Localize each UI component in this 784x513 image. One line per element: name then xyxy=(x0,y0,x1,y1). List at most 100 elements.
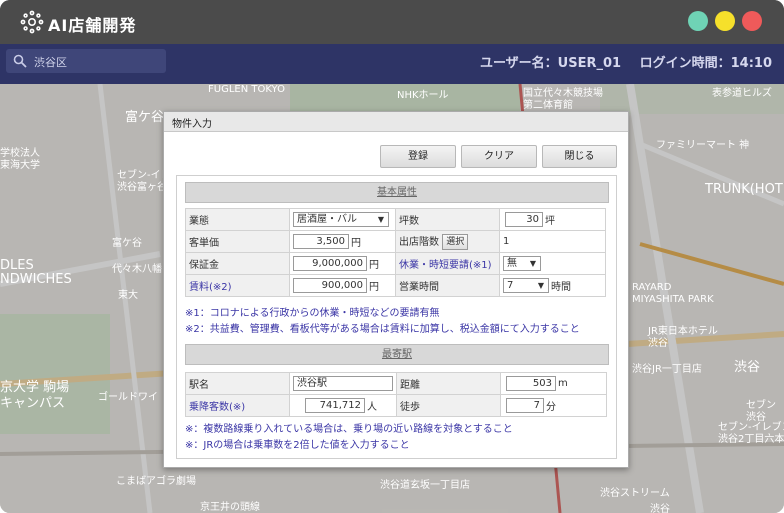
minimize-button[interactable] xyxy=(715,11,735,31)
login-time: ログイン時間：14:10 xyxy=(639,56,772,71)
area-cell: 30 坪 xyxy=(499,208,606,231)
rent-input[interactable]: 900,000 xyxy=(293,278,367,293)
unit-price-input[interactable]: 3,500 xyxy=(293,234,349,249)
deposit-cell: 9,000,000 円 xyxy=(289,252,396,275)
note-text: ※2：共益費、管理費、看板代等がある場合は賃料に加算し、税込金額にて入力すること xyxy=(185,324,580,335)
business-hours-unit: 時間 xyxy=(551,282,571,293)
nearest-station-heading: 最寄駅 xyxy=(185,344,609,365)
map-label: ファミリーマート 神 xyxy=(656,140,750,151)
map-label: 渋谷JR一丁目店 xyxy=(632,364,702,375)
rent-unit: 円 xyxy=(369,282,379,293)
close-button[interactable]: 閉じる xyxy=(542,145,617,168)
passengers-input[interactable]: 741,712 xyxy=(305,398,365,413)
deposit-unit: 円 xyxy=(369,260,379,271)
maximize-button[interactable] xyxy=(688,11,708,31)
map-label: NHKホール xyxy=(397,90,449,101)
closure-request-label: 休業・時短要請(※1) xyxy=(395,252,500,275)
area-unit: 坪 xyxy=(545,216,555,227)
area-input[interactable]: 30 xyxy=(505,212,543,227)
walk-unit: 分 xyxy=(546,402,556,413)
map-label: 渋谷 xyxy=(648,338,668,349)
map-label: 京王井の頭線 xyxy=(200,502,260,513)
business-hours-select[interactable]: 7 ▼ xyxy=(503,278,549,293)
business-hours-label: 営業時間 xyxy=(395,274,500,297)
station-name-cell: 渋谷駅 xyxy=(289,372,397,395)
search-input[interactable]: 渋谷区 xyxy=(6,49,166,73)
close-window-button[interactable] xyxy=(742,11,762,31)
map-label: 第二体育館 xyxy=(523,100,573,111)
map-label: 渋谷 xyxy=(734,360,761,375)
nearest-station-table: 駅名 渋谷駅 距離 503 m 乗降客数(※) 741,712 人 徒歩 7 分 xyxy=(185,372,607,417)
map-label: キャンパス xyxy=(0,396,66,411)
distance-unit: m xyxy=(558,378,568,389)
map-label: 東大 xyxy=(118,290,138,301)
search-icon xyxy=(13,54,27,68)
table-row: 客単価 3,500 円 出店階数 選択 1 xyxy=(185,230,606,253)
walk-input[interactable]: 7 xyxy=(506,398,544,413)
nav-bar: 渋谷区 ユーザー名：USER_01 ログイン時間：14:10 xyxy=(0,44,784,84)
app-window: AI店舗開発 渋谷区 ユーザー名：USER_01 ログイン時間：14:10 FU… xyxy=(0,0,784,513)
dropdown-arrow-icon: ▼ xyxy=(529,259,536,268)
business-type-select[interactable]: 居酒屋・バル ▼ xyxy=(293,212,389,227)
map-label: 渋谷道玄坂一丁目店 xyxy=(380,480,470,491)
property-input-dialog: 物件入力 登録 クリア 閉じる 基本属性 業態 居酒屋・バル ▼ 坪数 30坪 xyxy=(163,111,629,468)
map-label: こまばアゴラ劇場 xyxy=(116,476,196,487)
rent-cell: 900,000 円 xyxy=(289,274,396,297)
table-row: 乗降客数(※) 741,712 人 徒歩 7分 xyxy=(185,394,607,417)
map-label: FUGLEN TOKYO xyxy=(208,84,285,95)
closure-request-value: 無 xyxy=(507,258,517,269)
map-label: 富ケ谷 xyxy=(125,110,165,125)
search-text: 渋谷区 xyxy=(34,56,67,69)
business-type-label: 業態 xyxy=(185,208,290,231)
map-label: 渋谷ストリーム xyxy=(600,488,670,499)
table-row: 賃料(※2) 900,000 円 営業時間 7 ▼ 時間 xyxy=(185,274,606,297)
map-label: 渋谷2丁目六本木 xyxy=(718,434,784,445)
deposit-input[interactable]: 9,000,000 xyxy=(293,256,367,271)
walk-label: 徒歩 xyxy=(396,394,501,417)
map-label: MIYASHITA PARK xyxy=(632,294,714,305)
user-name: ユーザー名：USER_01 xyxy=(479,56,622,71)
clear-button[interactable]: クリア xyxy=(461,145,537,168)
closure-request-cell: 無 ▼ xyxy=(499,252,606,275)
unit-price-unit: 円 xyxy=(351,238,361,249)
business-hours-cell: 7 ▼ 時間 xyxy=(499,274,606,297)
rent-label: 賃料(※2) xyxy=(185,274,290,297)
business-hours-value: 7 xyxy=(507,280,514,291)
passengers-unit: 人 xyxy=(367,402,377,413)
floor-label-cell: 出店階数 選択 xyxy=(395,230,500,253)
note-text: ※：複数路線乗り入れている場合は、乗り場の近い路線を対象とすること xyxy=(185,424,513,435)
walk-cell: 7分 xyxy=(500,394,607,417)
app-title: AI店舗開発 xyxy=(48,16,137,35)
select-floor-button[interactable]: 選択 xyxy=(442,234,469,250)
unit-price-label: 客単価 xyxy=(185,230,290,253)
station-name-input[interactable]: 渋谷駅 xyxy=(293,376,393,391)
dropdown-arrow-icon: ▼ xyxy=(537,281,544,290)
deposit-label: 保証金 xyxy=(185,252,290,275)
register-button[interactable]: 登録 xyxy=(380,145,456,168)
map-label: 富ケ谷 xyxy=(112,238,142,249)
area-label: 坪数 xyxy=(395,208,500,231)
title-bar: AI店舗開発 xyxy=(0,0,784,44)
station-name-label: 駅名 xyxy=(185,372,290,395)
floor-cell: 1 xyxy=(499,230,606,253)
table-row: 業態 居酒屋・バル ▼ 坪数 30 坪 xyxy=(185,208,606,231)
map-label: RAYARD xyxy=(632,282,672,293)
floor-value: 1 xyxy=(503,236,510,247)
map-label: NDWICHES xyxy=(0,272,72,287)
dialog-title: 物件入力 xyxy=(164,112,628,132)
floor-label: 出店階数 xyxy=(399,237,439,248)
table-row: 保証金 9,000,000 円 休業・時短要請(※1) 無 ▼ xyxy=(185,252,606,275)
map-label: 渋谷 xyxy=(650,504,670,513)
closure-request-select[interactable]: 無 ▼ xyxy=(503,256,541,271)
map-label: ゴールドワイ xyxy=(98,392,158,403)
table-row: 駅名 渋谷駅 距離 503 m xyxy=(185,372,607,395)
map-label: 表参道ヒルズ xyxy=(712,88,772,99)
map-label: TRUNK(HOTEL) xyxy=(705,182,784,197)
map-label: 東海大学 xyxy=(0,160,40,171)
distance-input[interactable]: 503 xyxy=(506,376,556,391)
passengers-cell: 741,712 人 xyxy=(289,394,397,417)
distance-cell: 503 m xyxy=(500,372,607,395)
map-label: DLES xyxy=(0,258,34,273)
user-info: ユーザー名：USER_01 ログイン時間：14:10 xyxy=(466,52,772,71)
business-type-cell: 居酒屋・バル ▼ xyxy=(289,208,396,231)
